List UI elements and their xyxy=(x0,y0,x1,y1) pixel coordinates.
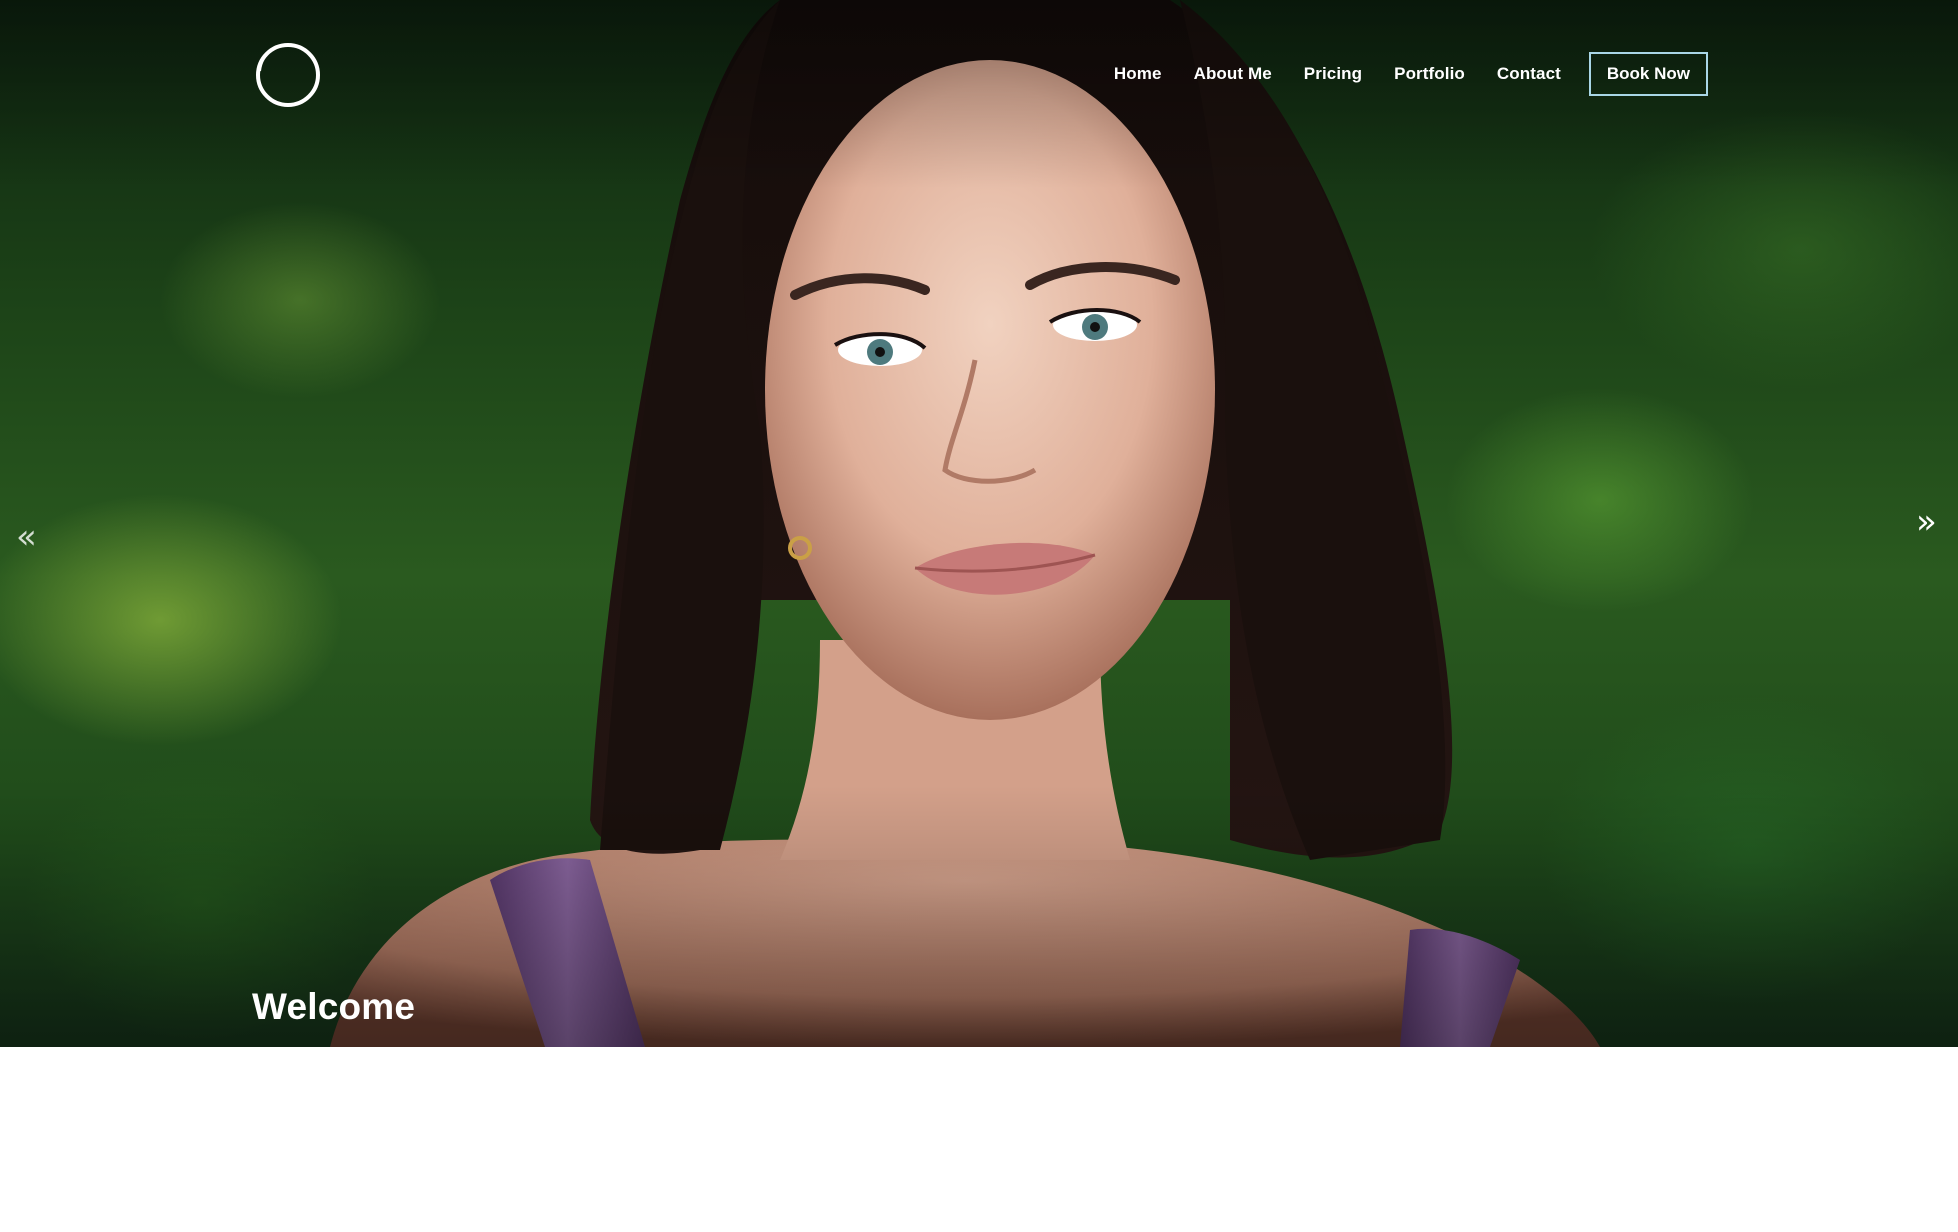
double-chevron-left-icon[interactable]: « xyxy=(16,520,37,554)
logo-icon[interactable] xyxy=(250,38,324,110)
nav-item-contact[interactable]: Contact xyxy=(1497,64,1561,84)
nav-item-portfolio[interactable]: Portfolio xyxy=(1394,64,1465,84)
hero-slider: Home About Me Pricing Portfolio Contact … xyxy=(0,0,1958,1047)
nav-item-pricing[interactable]: Pricing xyxy=(1304,64,1362,84)
hero-heading: Welcome xyxy=(252,986,416,1027)
page: Home About Me Pricing Portfolio Contact … xyxy=(0,0,1958,1232)
nav-item-home[interactable]: Home xyxy=(1114,64,1162,84)
hero-portrait-image xyxy=(330,0,1600,1047)
book-now-button[interactable]: Book Now xyxy=(1588,52,1708,96)
double-chevron-right-icon[interactable]: » xyxy=(1916,505,1937,539)
main-nav: Home About Me Pricing Portfolio Contact … xyxy=(1082,52,1708,96)
nav-item-about-me[interactable]: About Me xyxy=(1194,64,1272,84)
